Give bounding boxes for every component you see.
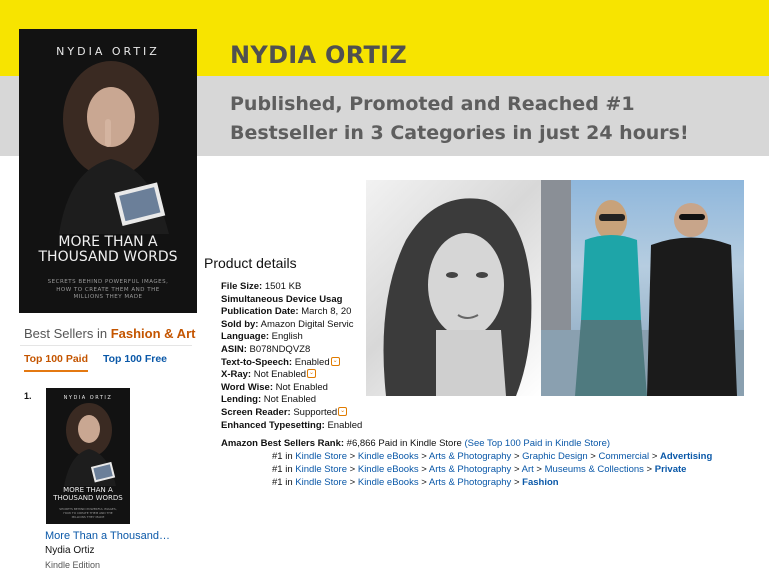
crumb-link[interactable]: Kindle Store — [295, 464, 347, 475]
cover-title-line-2: THOUSAND WORDS — [53, 493, 123, 502]
cover-title-line-2: THOUSAND WORDS — [38, 249, 178, 266]
tagline-line-2: Bestseller in 3 Categories in just 24 ho… — [230, 122, 689, 144]
category-rank-2: #1 in Kindle Store > Kindle eBooks > Art… — [272, 464, 687, 475]
detail-language: Language: English — [221, 331, 303, 343]
detail-text-to-speech: Text-to-Speech: Enabled ⌄ — [221, 356, 340, 368]
detail-sold-by: Sold by: Amazon Digital Servic — [221, 318, 354, 330]
cover-title: MORE THAN A THOUSAND WORDS — [46, 486, 130, 502]
crumb-link[interactable]: Kindle eBooks — [358, 464, 419, 475]
cover-author: NYDIA ORTIZ — [63, 395, 113, 401]
crumb-link[interactable]: Museums & Collections — [545, 464, 644, 475]
crumb-link[interactable]: Kindle Store — [295, 451, 347, 462]
product-details-list: File Size: 1501 KB Simultaneous Device U… — [221, 281, 363, 432]
cover-portrait-image — [59, 61, 169, 234]
active-tab-indicator — [24, 370, 88, 372]
achievement-tagline: Published, Promoted and Reached #1 Bests… — [230, 90, 689, 148]
cover-tagline-line-1: SECRETS BEHIND POWERFUL IMAGES, — [47, 279, 169, 285]
detail-lending: Lending: Not Enabled — [221, 394, 317, 406]
category-leaf-link[interactable]: Fashion — [522, 477, 558, 488]
tagline-line-1: Published, Promoted and Reached #1 — [230, 93, 635, 115]
detail-enhanced-typesetting: Enhanced Typesetting: Enabled⌄ — [221, 420, 363, 433]
chevron-down-icon[interactable]: ⌄ — [338, 406, 348, 416]
cover-portrait-image — [64, 403, 116, 486]
crumb-link[interactable]: Arts & Photography — [429, 451, 511, 462]
best-sellers-rank: Amazon Best Sellers Rank: #6,866 Paid in… — [221, 437, 713, 489]
chevron-down-icon[interactable]: ⌄ — [330, 356, 340, 366]
detail-device-usage: Simultaneous Device Usag — [221, 293, 343, 305]
cover-tagline-line-3: MILLIONS THEY MADE — [73, 294, 143, 301]
crumb-link[interactable]: Commercial — [598, 451, 649, 462]
detail-screen-reader: Screen Reader: Supported ⌄ — [221, 406, 348, 418]
divider — [20, 345, 192, 346]
category-leaf-link[interactable]: Private — [655, 464, 687, 475]
book-author: Nydia Ortiz — [45, 545, 95, 556]
book-title-link[interactable]: More Than a Thousand… — [45, 530, 170, 542]
product-details-heading: Product details — [204, 255, 297, 271]
rank-number: 1. — [24, 391, 32, 401]
crumb-link[interactable]: Kindle Store — [295, 477, 347, 488]
chevron-down-icon[interactable]: ⌄ — [307, 369, 317, 379]
overall-rank-line: Amazon Best Sellers Rank: #6,866 Paid in… — [221, 438, 611, 449]
crumb-link[interactable]: Kindle eBooks — [358, 451, 419, 462]
crumb-link[interactable]: Art — [522, 464, 534, 475]
cover-tagline-line-2: HOW TO CREATE THEM AND THE — [56, 286, 160, 293]
best-sellers-prefix: Best Sellers in — [24, 326, 108, 341]
crumb-link[interactable]: Kindle eBooks — [358, 477, 419, 488]
top-100-paid-link[interactable]: (See Top 100 Paid in Kindle Store) — [464, 438, 610, 449]
category-rank-1: #1 in Kindle Store > Kindle eBooks > Art… — [272, 451, 713, 462]
author-name-heading: NYDIA ORTIZ — [230, 41, 408, 69]
cover-tagline-line-3: MILLIONS THEY MADE — [71, 514, 105, 519]
detail-x-ray: X-Ray: Not Enabled ⌄ — [221, 369, 317, 381]
best-sellers-title: Best Sellers in Fashion & Art — [24, 326, 195, 341]
cover-title: MORE THAN A THOUSAND WORDS — [19, 234, 197, 266]
detail-word-wise: Word Wise: Not Enabled — [221, 381, 328, 393]
cover-tagline: SECRETS BEHIND POWERFUL IMAGES, HOW TO C… — [46, 507, 130, 520]
detail-asin: ASIN: B078NDQVZ8 — [221, 343, 311, 355]
author-with-companion-photo — [541, 180, 744, 396]
crumb-link[interactable]: Arts & Photography — [429, 464, 511, 475]
tab-top-100-paid[interactable]: Top 100 Paid — [24, 353, 88, 365]
book-cover-large: NYDIA ORTIZ MORE THAN A THOUSAND WORDS S… — [19, 29, 197, 313]
detail-file-size: File Size: 1501 KB — [221, 281, 302, 292]
best-sellers-category: Fashion & Art — [110, 326, 196, 341]
category-leaf-link[interactable]: Advertising — [660, 451, 712, 462]
cover-title-line-1: MORE THAN A — [58, 234, 158, 250]
cover-tagline: SECRETS BEHIND POWERFUL IMAGES, HOW TO C… — [19, 279, 197, 302]
crumb-link[interactable]: Graphic Design — [522, 451, 587, 462]
cover-author: NYDIA ORTIZ — [56, 45, 160, 58]
tab-top-100-free[interactable]: Top 100 Free — [103, 353, 167, 365]
crumb-link[interactable]: Arts & Photography — [429, 477, 511, 488]
book-format: Kindle Edition — [45, 560, 101, 570]
category-rank-3: #1 in Kindle Store > Kindle eBooks > Art… — [272, 477, 559, 488]
detail-publication-date: Publication Date: March 8, 20 — [221, 306, 352, 318]
book-cover-thumbnail[interactable]: NYDIA ORTIZ MORE THAN A THOUSAND WORDS S… — [46, 388, 130, 524]
author-portrait-photo — [366, 180, 541, 396]
